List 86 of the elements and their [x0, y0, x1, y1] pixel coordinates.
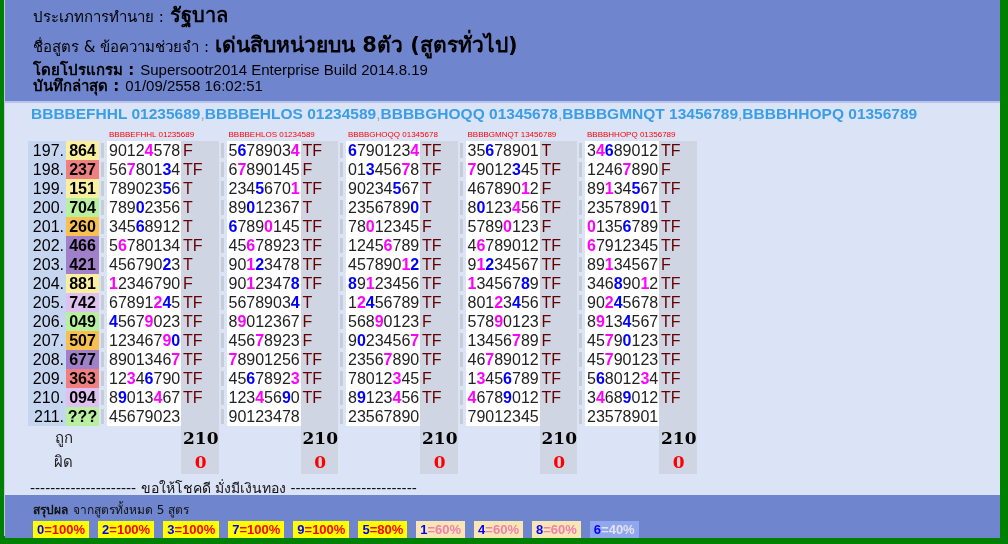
formula-title: BBBBGHOQQ 01345678 — [380, 104, 558, 122]
summary-title: สรุปผล — [33, 501, 68, 519]
number-cell: 90123478 — [226, 406, 301, 426]
number-cell: 80123456 — [465, 197, 540, 217]
formula-name-label: ชื่อสูตร & ข้อความช่วยจำ : — [33, 39, 210, 56]
prediction-type-value: รัฐบาล — [169, 2, 228, 30]
number-cell: 57890123 — [465, 311, 540, 331]
digit-score-badge: 8=60% — [531, 520, 581, 538]
correct-count: 210 — [539, 425, 577, 450]
number-cell: 35678901 — [465, 140, 540, 160]
program-name-label: โดยโปรแกรม : — [33, 61, 135, 78]
separator: , — [558, 104, 563, 122]
number-cell: 56789034 — [226, 140, 301, 160]
number-cell: 79012345 — [465, 159, 540, 179]
correct-count: 210 — [659, 425, 697, 450]
number-cell: 45678923 — [226, 330, 301, 350]
digit-score-badge: 6=40% — [589, 520, 639, 538]
wrong-count: 0 — [539, 449, 577, 474]
number-cell: 13456789 — [465, 368, 540, 388]
number-cell: 79012345 — [465, 406, 540, 426]
number-cell: 13456789 — [465, 273, 540, 293]
separator: , — [738, 104, 743, 122]
digit-score-badge: 0=100% — [33, 520, 90, 538]
formula-label: BBBBEHLOS 01234589 — [227, 129, 315, 139]
wrong-count: 0 — [300, 449, 338, 474]
result-cell: TF — [300, 140, 338, 160]
number-cell: 56789034 — [226, 292, 301, 312]
result-cell: T — [539, 140, 577, 160]
prediction-type-label: ประเภทการทำนาย : — [33, 9, 164, 26]
separator: , — [200, 104, 205, 122]
digit-score-badge: 2=100% — [98, 520, 155, 538]
formula-title: BBBBEHLOS 01234589 — [204, 104, 377, 122]
number-cell: 90124578 — [107, 140, 181, 160]
correct-count: 210 — [300, 425, 338, 450]
number-cell: 80123456 — [465, 292, 540, 312]
number-cell: 12345690 — [226, 387, 301, 407]
number-cell: 90123478 — [226, 273, 301, 293]
last-saved-label: บันทึกล่าสุด : — [33, 78, 120, 95]
wrong-count: 0 — [181, 449, 219, 474]
wrong-label: ผิด — [53, 451, 74, 472]
number-cell: 46789012 — [465, 349, 540, 369]
digit-score-badge: 9=100% — [293, 520, 350, 538]
footer-message: --------------------- ขอให้โชคดี มั่งมีเงินทอง ------------------------- — [29, 478, 418, 495]
formula-name-value: เด่นสิบหน่วยบน 8ตัว (สูตรทั่วไป) — [215, 30, 518, 62]
formula-label: BBBBGMNQT 13456789 — [466, 129, 557, 139]
result-cell: TF — [420, 140, 458, 160]
separator: , — [376, 104, 381, 122]
summary-subtitle: จากสูตรทั้งหมด 5 สูตร — [73, 500, 190, 519]
number-cell: 67890145 — [226, 216, 301, 236]
digit-score-badge: 1=60% — [416, 520, 466, 538]
number-cell: 13456789 — [465, 330, 540, 350]
number-cell: 78901256 — [226, 349, 301, 369]
wrong-count: 0 — [420, 449, 458, 474]
digit-score-badge: 5=80% — [358, 520, 408, 538]
number-cell: 89012367 — [226, 197, 301, 217]
correct-count: 210 — [181, 425, 219, 450]
number-cell: 46789012 — [465, 235, 540, 255]
number-cell: 57890123 — [465, 216, 540, 236]
formula-label: BBBBEFHHL 01235689 — [108, 129, 195, 139]
number-cell: 45678923 — [226, 368, 301, 388]
number-cell: 89012367 — [226, 311, 301, 331]
row-number: 197. — [28, 140, 66, 160]
formula-title: BBBBHHOPQ 01356789 — [742, 104, 918, 122]
number-cell: 46789012 — [465, 387, 540, 407]
number-cell: 91234567 — [465, 254, 540, 274]
correct-count: 210 — [420, 425, 458, 450]
formula-label: BBBBGHOQQ 01345678 — [347, 129, 438, 139]
result-cell: TF — [659, 140, 697, 160]
number-cell: 34689012 — [585, 140, 659, 160]
digit-score-badge: 4=60% — [474, 520, 523, 538]
result-cell: F — [181, 140, 219, 160]
last-saved-value: 01/09/2558 16:02:51 — [125, 78, 263, 95]
number-cell: 67901234 — [346, 140, 420, 160]
formula-title: BBBBEFHHL 01235689 — [31, 104, 201, 122]
number-cell: 90123478 — [226, 254, 301, 274]
number-cell: 45678923 — [226, 235, 301, 255]
draw-number: 864 — [66, 140, 99, 160]
number-cell: 23456701 — [226, 178, 301, 198]
wrong-count: 0 — [659, 449, 697, 474]
digit-score-badge: 3=100% — [163, 520, 220, 538]
program-name-value: Supersootr2014 Enterprise Build 2014.8.19 — [140, 61, 428, 78]
number-cell: 46789012 — [465, 178, 540, 198]
correct-label: ถูก — [28, 425, 99, 450]
number-cell: 67890145 — [226, 159, 301, 179]
formula-label: BBBBHHOPQ 01356789 — [586, 129, 676, 139]
digit-score-badge: 7=100% — [228, 520, 285, 538]
